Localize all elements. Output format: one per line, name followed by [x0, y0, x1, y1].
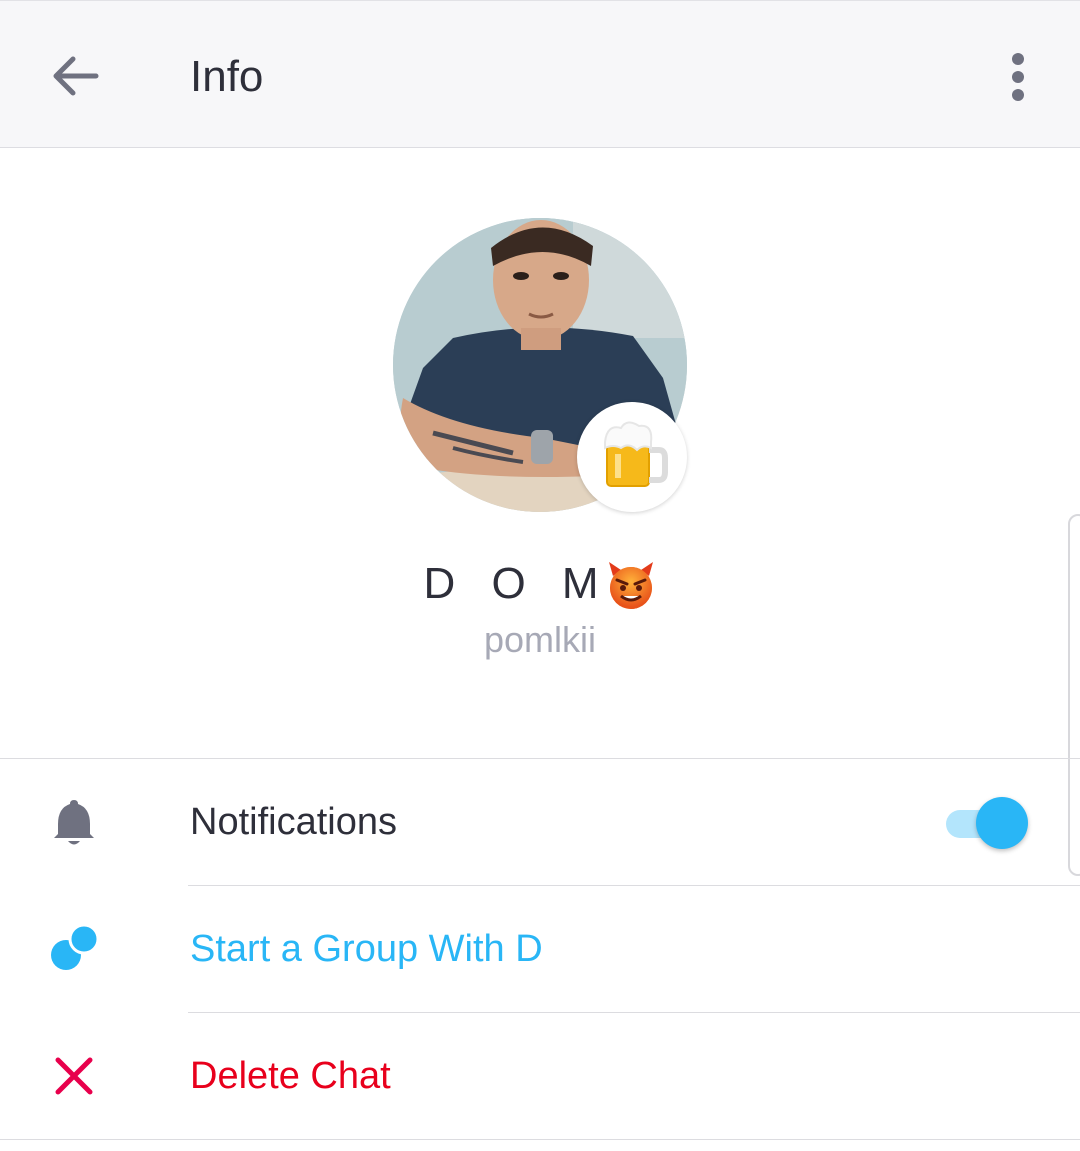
page-title: Info — [190, 52, 264, 101]
more-vertical-icon — [1012, 53, 1024, 101]
start-group-label[interactable]: Start a Group With D — [190, 926, 543, 972]
app-bar: Info — [0, 0, 1080, 148]
more-options-button[interactable] — [998, 47, 1038, 107]
close-icon — [44, 1046, 104, 1106]
back-button[interactable] — [44, 45, 106, 107]
delete-chat-row[interactable]: Delete Chat — [0, 1013, 1080, 1139]
toggle-knob — [976, 797, 1028, 849]
arrow-left-icon — [53, 56, 99, 96]
notifications-row[interactable]: Notifications — [0, 759, 1080, 885]
delete-chat-label[interactable]: Delete Chat — [190, 1053, 391, 1099]
beer-mug-icon — [604, 421, 668, 487]
status-badge[interactable] — [577, 402, 687, 512]
notifications-label: Notifications — [190, 801, 397, 843]
group-bubbles-icon — [44, 919, 104, 979]
avatar-container[interactable] — [393, 218, 687, 512]
devil-face-icon — [605, 560, 657, 612]
display-name-row: D O M — [0, 558, 1080, 612]
display-name: D O M — [423, 559, 611, 608]
notifications-toggle[interactable] — [944, 795, 1030, 851]
bell-icon — [44, 792, 104, 852]
start-group-row[interactable]: Start a Group With D — [0, 886, 1080, 1012]
profile-section: D O M pomlkii — [0, 148, 1080, 876]
username: pomlkii — [483, 619, 597, 660]
section-divider — [0, 1139, 1080, 1140]
